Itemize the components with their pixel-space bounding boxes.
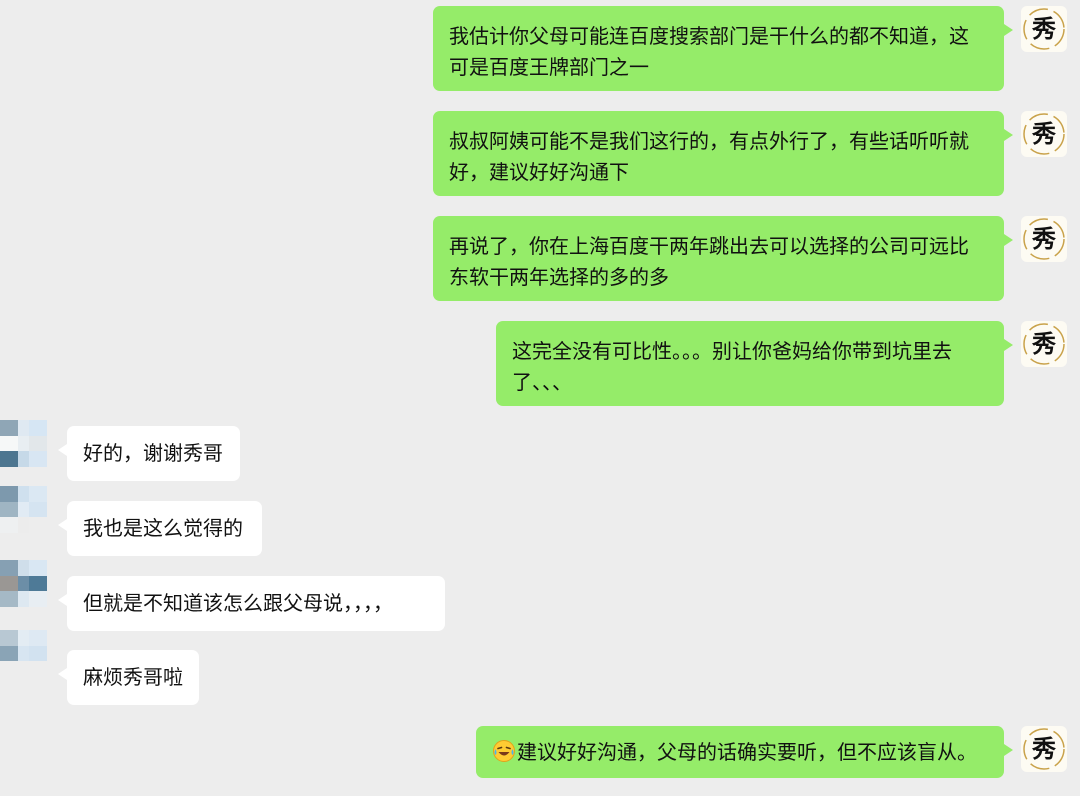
my-avatar[interactable]: 秀 [1021, 726, 1067, 772]
message-text: 再说了，你在上海百度干两年跳出去可以选择的公司可远比东软干两年选择的多的多 [449, 234, 969, 289]
svg-text:秀: 秀 [1031, 329, 1056, 358]
my-avatar[interactable]: 秀 [1021, 321, 1067, 367]
laughing-crying-emoji [493, 740, 515, 762]
contact-avatar[interactable] [0, 420, 47, 467]
my-avatar[interactable]: 秀 [1021, 111, 1067, 157]
outgoing-message[interactable]: 建议好好沟通，父母的话确实要听，但不应该盲从。 [476, 726, 1013, 778]
outgoing-message[interactable]: 这完全没有可比性。。。别让你爸妈给你带到坑里去了、、、 [496, 321, 1013, 406]
my-avatar[interactable]: 秀 [1021, 216, 1067, 262]
calligraphy-avatar-icon: 秀 [1023, 728, 1065, 770]
outgoing-message[interactable]: 我估计你父母可能连百度搜索部门是干什么的都不知道，这可是百度王牌部门之一 [433, 6, 1013, 91]
chat-area: 我估计你父母可能连百度搜索部门是干什么的都不知道，这可是百度王牌部门之一 秀 叔… [0, 0, 1080, 796]
incoming-message[interactable]: 我也是这么觉得的 [58, 501, 262, 556]
svg-text:秀: 秀 [1031, 119, 1056, 148]
message-text: 好的，谢谢秀哥 [83, 441, 223, 465]
svg-text:秀: 秀 [1031, 734, 1056, 763]
svg-text:秀: 秀 [1031, 224, 1056, 253]
contact-avatar[interactable] [0, 486, 47, 533]
incoming-message[interactable]: 好的，谢谢秀哥 [58, 426, 240, 481]
message-text: 我也是这么觉得的 [83, 516, 243, 540]
outgoing-message[interactable]: 再说了，你在上海百度干两年跳出去可以选择的公司可远比东软干两年选择的多的多 [433, 216, 1013, 301]
message-text: 麻烦秀哥啦 [83, 665, 183, 689]
calligraphy-avatar-icon: 秀 [1023, 323, 1065, 365]
message-text: 叔叔阿姨可能不是我们这行的，有点外行了，有些话听听就好，建议好好沟通下 [449, 129, 969, 184]
calligraphy-avatar-icon: 秀 [1023, 113, 1065, 155]
message-text: 我估计你父母可能连百度搜索部门是干什么的都不知道，这可是百度王牌部门之一 [449, 24, 969, 79]
contact-avatar[interactable] [0, 630, 47, 677]
message-text: 但就是不知道该怎么跟父母说，，，， [83, 591, 393, 615]
outgoing-message[interactable]: 叔叔阿姨可能不是我们这行的，有点外行了，有些话听听就好，建议好好沟通下 [433, 111, 1013, 196]
calligraphy-avatar-icon: 秀 [1023, 218, 1065, 260]
my-avatar[interactable]: 秀 [1021, 6, 1067, 52]
incoming-message[interactable]: 麻烦秀哥啦 [58, 650, 199, 705]
svg-text:秀: 秀 [1031, 14, 1056, 43]
message-text: 建议好好沟通，父母的话确实要听，但不应该盲从。 [517, 740, 977, 764]
message-text: 这完全没有可比性。。。别让你爸妈给你带到坑里去了、、、 [512, 339, 952, 394]
calligraphy-avatar-icon: 秀 [1023, 8, 1065, 50]
incoming-message[interactable]: 但就是不知道该怎么跟父母说，，，， [58, 576, 445, 631]
contact-avatar[interactable] [0, 560, 47, 607]
